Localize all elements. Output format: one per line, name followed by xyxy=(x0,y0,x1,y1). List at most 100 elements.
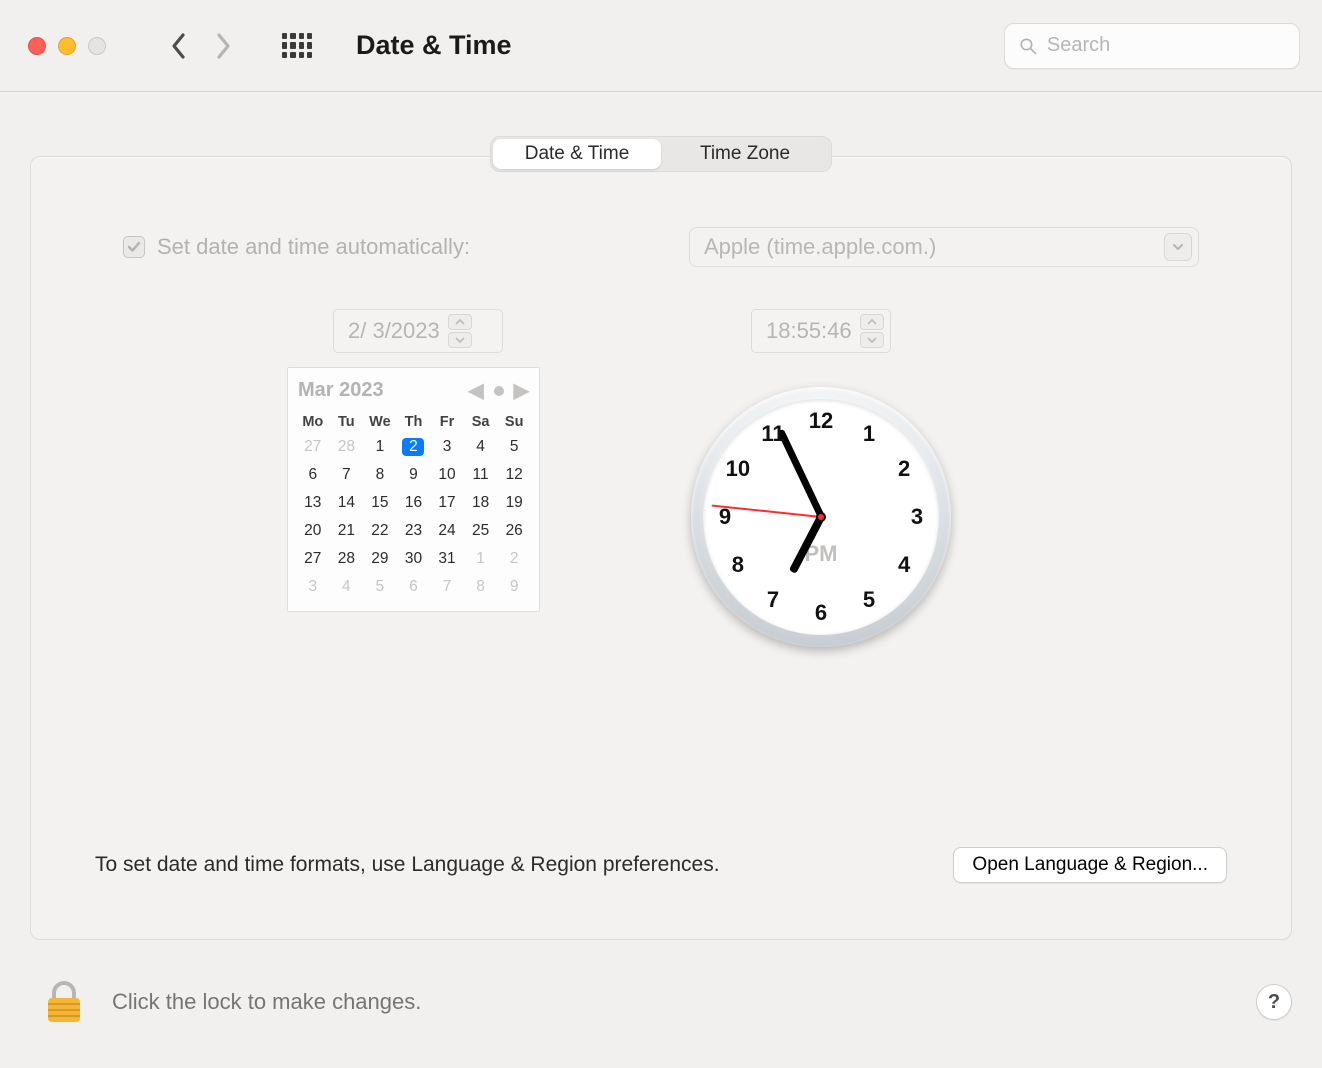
lock-row: Click the lock to make changes. ? xyxy=(40,978,1292,1026)
calendar-day[interactable]: 17 xyxy=(430,489,464,517)
calendar-day[interactable]: 16 xyxy=(397,489,431,517)
calendar-day[interactable]: 23 xyxy=(397,517,431,545)
search-icon xyxy=(1019,36,1037,56)
chevron-down-icon xyxy=(1164,233,1192,261)
calendar-weekday: We xyxy=(363,411,397,433)
clock-center-pin xyxy=(816,512,826,522)
clock-numeral: 1 xyxy=(863,421,875,447)
toolbar: Date & Time xyxy=(0,0,1322,92)
format-hint-row: To set date and time formats, use Langua… xyxy=(95,847,1227,883)
calendar-weekday: Tu xyxy=(330,411,364,433)
calendar-day[interactable]: 14 xyxy=(330,489,364,517)
calendar-day[interactable]: 3 xyxy=(430,433,464,461)
window-controls xyxy=(28,37,106,55)
calendar-day[interactable]: 28 xyxy=(330,545,364,573)
back-button[interactable] xyxy=(164,31,194,61)
date-stepper-value: 2/ 3/2023 xyxy=(348,318,440,344)
tab-date-time[interactable]: Date & Time xyxy=(493,139,661,169)
calendar-weekday: Su xyxy=(497,411,531,433)
calendar-day[interactable]: 3 xyxy=(296,573,330,601)
calendar-day[interactable]: 5 xyxy=(497,433,531,461)
calendar-weekday: Th xyxy=(397,411,431,433)
calendar-day[interactable]: 7 xyxy=(430,573,464,601)
calendar-prev-icon[interactable]: ◀ xyxy=(468,378,483,403)
auto-time-label: Set date and time automatically: xyxy=(157,234,470,260)
calendar-day[interactable]: 8 xyxy=(363,461,397,489)
clock-numeral: 4 xyxy=(898,552,910,578)
lock-hint-text: Click the lock to make changes. xyxy=(112,989,421,1015)
analog-clock: PM 121234567891011 xyxy=(691,387,951,647)
auto-time-checkbox[interactable] xyxy=(123,236,145,258)
calendar-day[interactable]: 2 xyxy=(497,545,531,573)
calendar[interactable]: Mar 2023 ◀ ▶ MoTuWeThFrSaSu 272812345678… xyxy=(287,367,540,612)
window-title: Date & Time xyxy=(356,30,512,61)
calendar-day[interactable]: 5 xyxy=(363,573,397,601)
clock-numeral: 9 xyxy=(719,504,731,530)
calendar-day[interactable]: 8 xyxy=(464,573,498,601)
calendar-day[interactable]: 19 xyxy=(497,489,531,517)
calendar-day[interactable]: 4 xyxy=(464,433,498,461)
calendar-day[interactable]: 2 xyxy=(397,433,431,461)
show-all-prefs-button[interactable] xyxy=(282,33,312,59)
calendar-day[interactable]: 26 xyxy=(497,517,531,545)
calendar-day[interactable]: 31 xyxy=(430,545,464,573)
calendar-day[interactable]: 24 xyxy=(430,517,464,545)
calendar-next-icon[interactable]: ▶ xyxy=(514,378,529,403)
calendar-weekday: Mo xyxy=(296,411,330,433)
time-step-down[interactable] xyxy=(860,332,884,348)
calendar-day[interactable]: 12 xyxy=(497,461,531,489)
clock-numeral: 11 xyxy=(761,421,784,447)
calendar-day[interactable]: 4 xyxy=(330,573,364,601)
calendar-day[interactable]: 28 xyxy=(330,433,364,461)
calendar-day[interactable]: 25 xyxy=(464,517,498,545)
calendar-day[interactable]: 18 xyxy=(464,489,498,517)
time-step-up[interactable] xyxy=(860,314,884,330)
calendar-day[interactable]: 7 xyxy=(330,461,364,489)
clock-numeral: 10 xyxy=(726,456,750,482)
clock-numeral: 2 xyxy=(898,456,910,482)
calendar-day[interactable]: 30 xyxy=(397,545,431,573)
content-card: Set date and time automatically: Apple (… xyxy=(30,156,1292,940)
clock-numeral: 8 xyxy=(732,552,744,578)
zoom-window-button[interactable] xyxy=(88,37,106,55)
calendar-day[interactable]: 21 xyxy=(330,517,364,545)
lock-icon[interactable] xyxy=(40,978,88,1026)
tab-time-zone[interactable]: Time Zone xyxy=(661,139,829,169)
format-hint-text: To set date and time formats, use Langua… xyxy=(95,853,720,877)
close-window-button[interactable] xyxy=(28,37,46,55)
calendar-day[interactable]: 10 xyxy=(430,461,464,489)
date-step-up[interactable] xyxy=(448,314,472,330)
calendar-day[interactable]: 9 xyxy=(397,461,431,489)
calendar-day[interactable]: 20 xyxy=(296,517,330,545)
auto-time-row: Set date and time automatically: Apple (… xyxy=(123,227,1199,267)
calendar-day[interactable]: 11 xyxy=(464,461,498,489)
calendar-today-icon[interactable] xyxy=(494,386,504,396)
clock-numeral: 3 xyxy=(911,504,923,530)
calendar-day[interactable]: 1 xyxy=(464,545,498,573)
help-button[interactable]: ? xyxy=(1256,984,1292,1020)
calendar-day[interactable]: 1 xyxy=(363,433,397,461)
calendar-day[interactable]: 6 xyxy=(397,573,431,601)
forward-button[interactable] xyxy=(208,31,238,61)
time-stepper-value: 18:55:46 xyxy=(766,318,852,344)
calendar-day[interactable]: 6 xyxy=(296,461,330,489)
date-stepper[interactable]: 2/ 3/2023 xyxy=(333,309,503,353)
tab-strip: Date & Time Time Zone xyxy=(490,136,832,172)
time-server-combobox[interactable]: Apple (time.apple.com.) xyxy=(689,227,1199,267)
calendar-day[interactable]: 27 xyxy=(296,433,330,461)
time-server-value: Apple (time.apple.com.) xyxy=(704,234,936,260)
date-step-down[interactable] xyxy=(448,332,472,348)
search-input[interactable] xyxy=(1047,34,1285,57)
clock-numeral: 12 xyxy=(809,408,833,434)
open-language-region-button[interactable]: Open Language & Region... xyxy=(953,847,1227,883)
calendar-day[interactable]: 27 xyxy=(296,545,330,573)
calendar-day[interactable]: 9 xyxy=(497,573,531,601)
clock-numeral: 7 xyxy=(767,587,779,613)
calendar-day[interactable]: 29 xyxy=(363,545,397,573)
search-field-wrap[interactable] xyxy=(1004,23,1300,69)
time-stepper[interactable]: 18:55:46 xyxy=(751,309,891,353)
calendar-day[interactable]: 15 xyxy=(363,489,397,517)
calendar-day[interactable]: 22 xyxy=(363,517,397,545)
minimize-window-button[interactable] xyxy=(58,37,76,55)
calendar-day[interactable]: 13 xyxy=(296,489,330,517)
